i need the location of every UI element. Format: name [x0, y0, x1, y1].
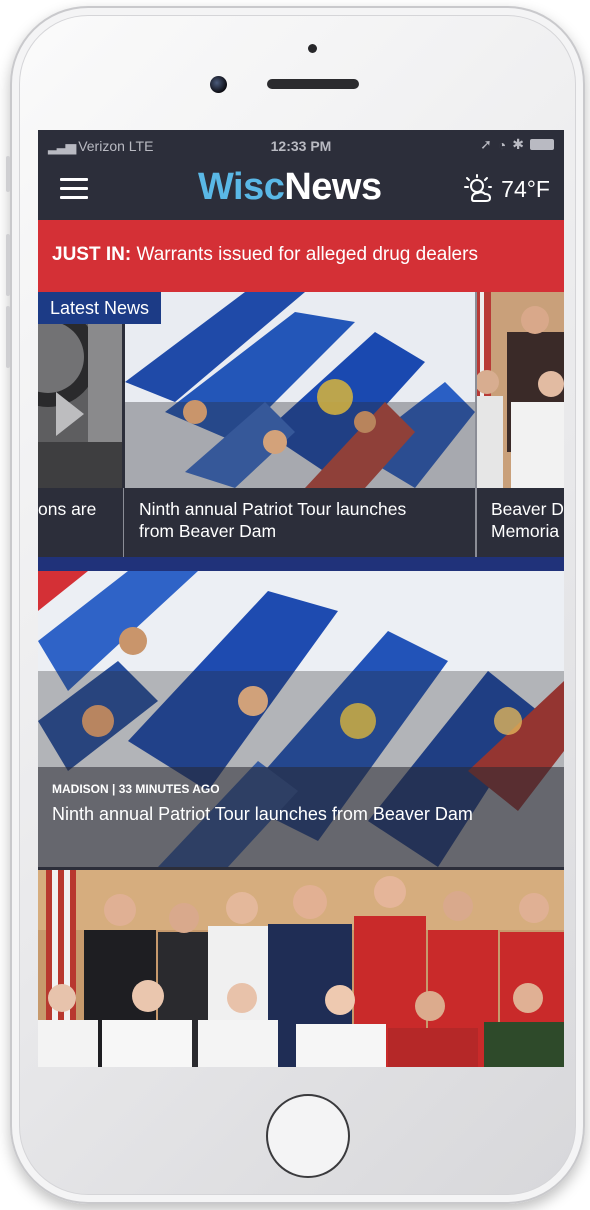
- news-card[interactable]: Ninth annual Patriot Tour launches from …: [125, 292, 475, 557]
- featured-story[interactable]: MADISON | 33 MINUTES AGO Ninth annual Pa…: [38, 571, 564, 867]
- breaking-news-banner[interactable]: JUST IN: Warrants issued for alleged dru…: [38, 220, 564, 292]
- volume-up-button: [6, 234, 10, 296]
- featured-title[interactable]: Ninth annual Patriot Tour launches from …: [52, 804, 473, 825]
- veterans-group-photo: [38, 870, 564, 1067]
- menu-icon[interactable]: [60, 178, 88, 200]
- alarm-icon: ◔: [497, 136, 507, 153]
- news-card-caption: ons are: [38, 499, 97, 519]
- app-screen: ▂▃▅ Verizon LTE 12:33 PM ➚ ◔ ✱ WiscNews: [38, 130, 564, 1067]
- news-card[interactable]: ons are: [38, 292, 122, 557]
- status-icons: ➚ ◔ ✱: [480, 136, 554, 153]
- logo-news: News: [284, 166, 382, 208]
- breaking-label: JUST IN:: [52, 244, 132, 265]
- top-navbar: WiscNews 74°F: [38, 160, 564, 218]
- latest-news-carousel[interactable]: ons are Ninth annual Patriot Tour launch…: [38, 292, 564, 557]
- section-divider: [38, 557, 564, 571]
- bluetooth-icon: ✱: [512, 136, 524, 152]
- battery-icon: [530, 139, 554, 150]
- news-card-caption: Beaver D Memoria: [491, 499, 564, 541]
- logo-wisc: Wisc: [198, 166, 285, 208]
- featured-meta: MADISON | 33 MINUTES AGO: [52, 782, 220, 796]
- front-camera: [210, 76, 227, 93]
- veterans-group-story[interactable]: [38, 870, 564, 1067]
- earpiece-speaker: [267, 79, 359, 89]
- veterans-memorial-image: [477, 292, 564, 488]
- patriot-tour-flags-image: [125, 292, 475, 488]
- breaking-headline: Warrants issued for alleged drug dealers: [131, 244, 478, 265]
- proximity-sensor: [308, 44, 317, 53]
- weather-widget[interactable]: 74°F: [463, 174, 550, 204]
- latest-news-tab[interactable]: Latest News: [38, 292, 162, 324]
- partly-sunny-icon: [464, 174, 493, 202]
- news-card-caption: Ninth annual Patriot Tour launches from …: [139, 499, 407, 541]
- location-icon: ➚: [480, 136, 492, 152]
- app-logo[interactable]: WiscNews: [198, 166, 382, 209]
- news-card[interactable]: Beaver D Memoria: [477, 292, 564, 557]
- card-divider: [123, 488, 124, 557]
- temperature: 74°F: [501, 175, 550, 202]
- volume-down-button: [6, 306, 10, 368]
- silent-switch: [6, 156, 10, 192]
- status-bar: ▂▃▅ Verizon LTE 12:33 PM ➚ ◔ ✱: [38, 130, 564, 160]
- home-button[interactable]: [266, 1094, 350, 1178]
